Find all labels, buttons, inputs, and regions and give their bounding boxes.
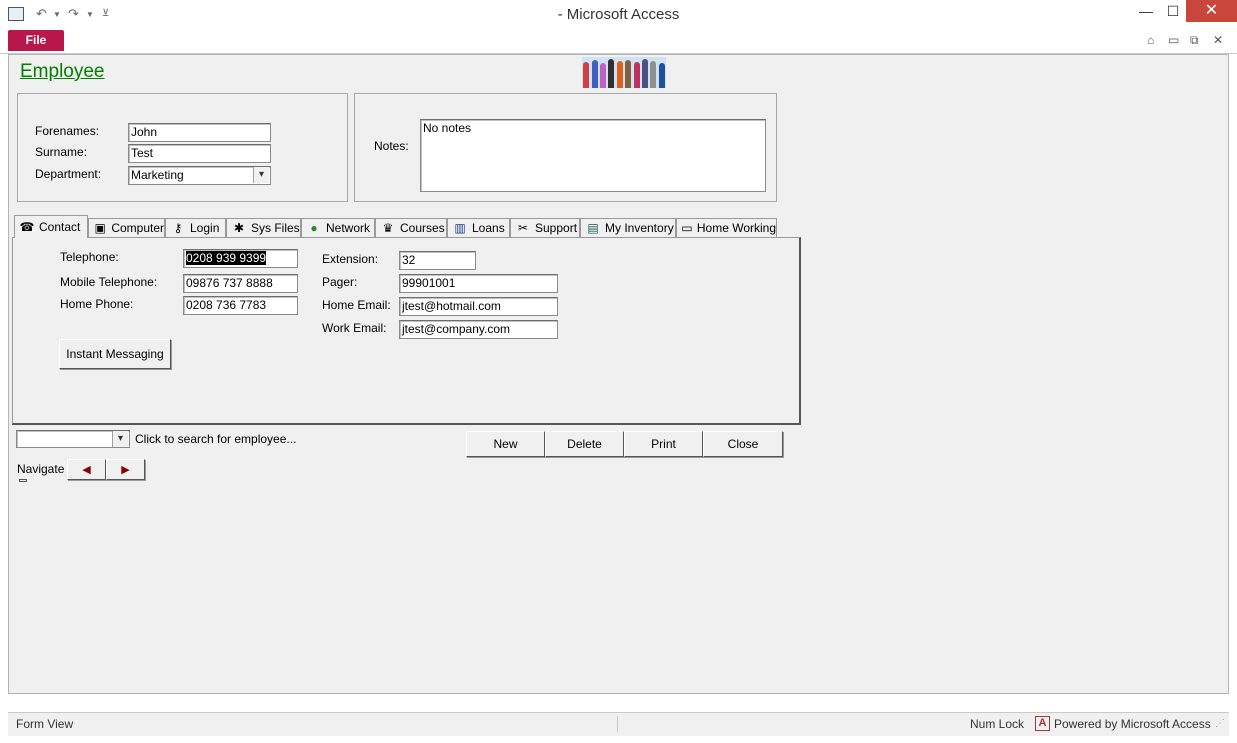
tab-label: Sys Files bbox=[251, 221, 300, 235]
forenames-field[interactable]: John bbox=[128, 123, 271, 142]
tab-label: Courses bbox=[400, 221, 445, 235]
tab-label: Home Working bbox=[696, 221, 776, 235]
pager-label: Pager: bbox=[322, 275, 358, 289]
surname-label: Surname: bbox=[35, 145, 88, 159]
tab-label: Loans bbox=[472, 221, 505, 235]
extension-label: Extension: bbox=[322, 252, 379, 266]
ribbon-toggle-icon[interactable]: ⌂ bbox=[1147, 33, 1154, 47]
access-icon: A bbox=[1035, 716, 1050, 731]
ribbon-bar bbox=[0, 30, 1237, 54]
tab-network[interactable]: ● Network bbox=[301, 218, 375, 237]
doc-minimize-icon[interactable]: ▭ bbox=[1168, 33, 1179, 47]
pager-field[interactable]: 99901001 bbox=[399, 274, 558, 293]
doc-close-icon[interactable]: ✕ bbox=[1213, 33, 1223, 47]
instant-messaging-button[interactable]: Instant Messaging bbox=[59, 339, 171, 369]
globe-icon: ● bbox=[310, 221, 318, 235]
mobile-telephone-label: Mobile Telephone: bbox=[60, 275, 158, 289]
tab-courses[interactable]: ♛ Courses bbox=[375, 218, 447, 237]
mobile-telephone-field[interactable]: 09876 737 8888 bbox=[183, 274, 298, 293]
floppy-icon: ▣ bbox=[94, 221, 106, 235]
chevron-down-icon[interactable]: ▾ bbox=[112, 431, 128, 447]
tab-login[interactable]: ⚷ Login bbox=[165, 218, 226, 237]
navigate-indicator bbox=[19, 479, 27, 482]
powered-by-label: Powered by Microsoft Access bbox=[1054, 717, 1211, 731]
home-phone-field[interactable]: 0208 736 7783 bbox=[183, 296, 298, 315]
inventory-icon: ▤ bbox=[587, 221, 599, 235]
window-title: - Microsoft Access bbox=[557, 6, 680, 23]
close-window-button[interactable]: ✕ bbox=[1186, 0, 1237, 22]
chevron-down-icon[interactable]: ▾ bbox=[253, 167, 269, 183]
navigate-label: Navigate bbox=[17, 462, 65, 476]
close-button[interactable]: Close bbox=[703, 431, 783, 457]
file-tab[interactable]: File bbox=[8, 30, 64, 51]
home-email-field[interactable]: jtest@hotmail.com bbox=[399, 297, 558, 316]
telephone-label: Telephone: bbox=[60, 250, 119, 264]
notes-textarea[interactable]: No notes bbox=[420, 119, 766, 192]
home-working-icon: ▭ bbox=[681, 221, 693, 235]
tab-home-working[interactable]: ▭ Home Working bbox=[676, 218, 777, 237]
num-lock-status: Num Lock bbox=[970, 717, 1025, 731]
tab-label: Computer bbox=[111, 221, 164, 235]
tab-contact[interactable]: ☎ Contact bbox=[14, 215, 88, 238]
tab-label: Support bbox=[535, 221, 578, 235]
department-value: Marketing bbox=[131, 168, 184, 182]
arrow-left-icon: ◀ bbox=[82, 464, 91, 476]
tab-label: Contact bbox=[39, 220, 81, 234]
status-divider bbox=[617, 716, 618, 732]
tab-computer[interactable]: ▣ Computer bbox=[88, 218, 165, 237]
telephone-icon: ☎ bbox=[19, 220, 35, 234]
view-status: Form View bbox=[16, 717, 74, 731]
tab-label: My Inventory bbox=[605, 221, 674, 235]
cap-icon: ♛ bbox=[382, 221, 394, 235]
home-phone-label: Home Phone: bbox=[60, 297, 134, 311]
surname-field[interactable]: Test bbox=[128, 144, 271, 163]
extension-field[interactable]: 32 bbox=[399, 251, 476, 270]
new-button[interactable]: New bbox=[466, 431, 545, 457]
tab-support[interactable]: ✂ Support bbox=[510, 218, 580, 237]
minimize-button[interactable]: — bbox=[1131, 0, 1161, 22]
tab-sys-files[interactable]: ✱ Sys Files bbox=[226, 218, 301, 237]
book-icon: ▥ bbox=[454, 221, 466, 235]
telephone-field[interactable]: 0208 939 9399 bbox=[183, 249, 298, 268]
print-button[interactable]: Print bbox=[624, 431, 703, 457]
maximize-button[interactable]: ☐ bbox=[1158, 0, 1188, 22]
department-label: Department: bbox=[35, 167, 102, 181]
arrow-right-icon: ▶ bbox=[121, 464, 130, 476]
forenames-label: Forenames: bbox=[35, 124, 100, 138]
tab-loans[interactable]: ▥ Loans bbox=[447, 218, 510, 237]
work-email-field[interactable]: jtest@company.com bbox=[399, 320, 558, 339]
next-record-button[interactable]: ▶ bbox=[106, 459, 145, 480]
tab-label: Network bbox=[326, 221, 371, 235]
folder-star-icon: ✱ bbox=[233, 221, 245, 235]
tab-my-inventory[interactable]: ▤ My Inventory bbox=[580, 218, 676, 237]
tools-icon: ✂ bbox=[517, 221, 529, 235]
form-title: Employee bbox=[20, 61, 105, 82]
department-select[interactable]: Marketing bbox=[128, 166, 271, 185]
delete-button[interactable]: Delete bbox=[545, 431, 624, 457]
home-email-label: Home Email: bbox=[322, 298, 391, 312]
resize-grip-icon[interactable]: ⋰ bbox=[1215, 718, 1225, 729]
previous-record-button[interactable]: ◀ bbox=[67, 459, 106, 480]
tab-label: Login bbox=[190, 221, 220, 235]
telephone-value: 0208 939 9399 bbox=[186, 251, 267, 265]
key-icon: ⚷ bbox=[173, 221, 183, 235]
work-email-label: Work Email: bbox=[322, 321, 387, 335]
search-hint: Click to search for employee... bbox=[135, 432, 297, 446]
doc-restore-icon[interactable]: ⧉ bbox=[1190, 33, 1199, 48]
employees-logo bbox=[582, 57, 666, 88]
notes-label: Notes: bbox=[374, 139, 409, 153]
